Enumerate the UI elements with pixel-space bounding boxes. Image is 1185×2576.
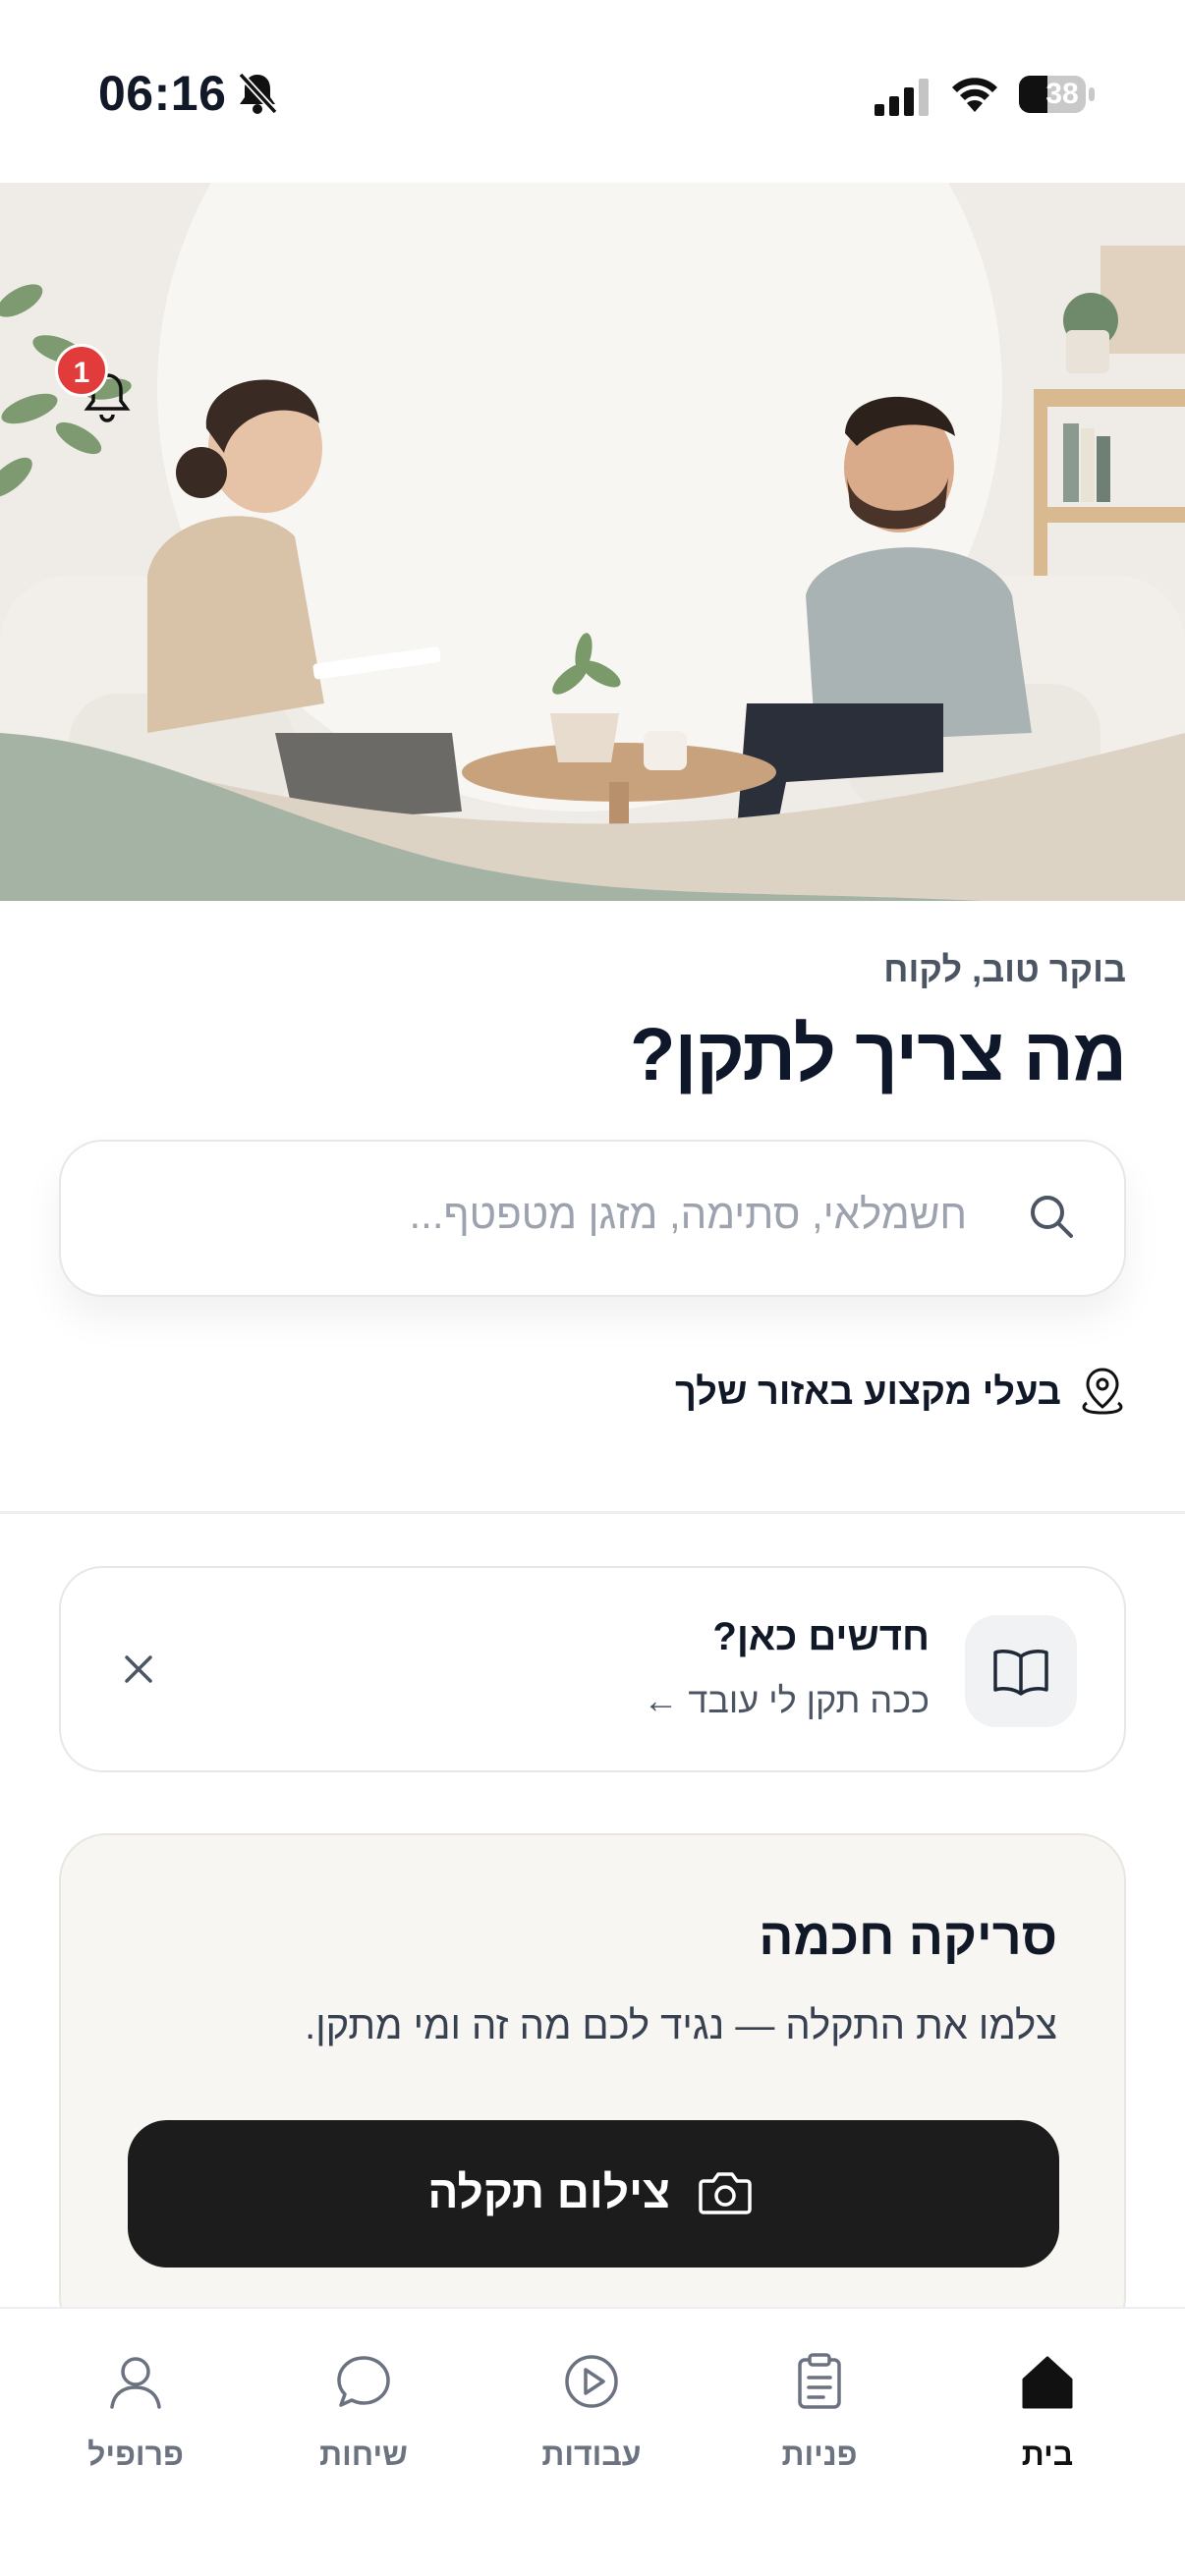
area-link-label: בעלי מקצוע באזור שלך [674, 1372, 1061, 1413]
nav-jobs-label: עבודות [541, 2436, 642, 2472]
nav-requests-label: פניות [781, 2436, 858, 2472]
nav-home[interactable]: בית [949, 2309, 1146, 2505]
signal-icon [875, 79, 929, 116]
section-divider [0, 1511, 1185, 1514]
chat-bubble-icon [337, 2356, 390, 2407]
nav-profile-label: פרופיל [87, 2436, 184, 2472]
play-circle-icon [565, 2355, 618, 2408]
bottom-navigation: בית פניות עבודות שיחות פרופיל [0, 2307, 1185, 2576]
new-here-link[interactable]: ככה תקן לי עובד ← [643, 1680, 930, 1721]
clipboard-icon [798, 2353, 841, 2409]
wifi-icon [952, 78, 997, 112]
bell-slash-icon [238, 72, 278, 115]
take-photo-button[interactable]: צילום תקלה [128, 2120, 1059, 2268]
close-icon[interactable] [114, 1645, 163, 1694]
take-photo-button-label: צילום תקלה [427, 2166, 670, 2217]
smart-scan-description: צלמו את התקלה — נגיד לכם מה זה ומי מתקן. [305, 2004, 1057, 2047]
battery-icon: 38 [1018, 75, 1097, 114]
search-placeholder: חשמלאי, סתימה, מזגן מטפטף... [409, 1191, 968, 1237]
map-pin-icon [1082, 1368, 1123, 1415]
nav-profile[interactable]: פרופיל [37, 2309, 234, 2505]
new-here-card[interactable]: חדשים כאן? ככה תקן לי עובד ← [59, 1566, 1126, 1772]
nav-chats[interactable]: שיחות [265, 2309, 462, 2505]
nav-jobs[interactable]: עבודות [493, 2309, 690, 2505]
user-icon [110, 2357, 161, 2409]
home-icon [1022, 2356, 1073, 2409]
smart-scan-card: סריקה חכמה צלמו את התקלה — נגיד לכם מה ז… [59, 1833, 1126, 2344]
camera-icon [699, 2172, 752, 2214]
search-icon [1031, 1196, 1073, 1238]
nav-chats-label: שיחות [319, 2436, 408, 2472]
page-title: מה צריך לתקן? [629, 1013, 1127, 1096]
battery-level: 38 [1045, 78, 1079, 110]
home-screen: 06:16 38 1 בוקר טוב, לקוח מה צריך לתקן? … [0, 0, 1185, 2576]
status-bar: 06:16 38 [0, 0, 1185, 183]
book-icon-tile [965, 1615, 1077, 1727]
hero-banner [0, 183, 1185, 901]
status-time: 06:16 [98, 66, 227, 121]
smart-scan-title: סריקה חכמה [759, 1909, 1057, 1966]
search-input[interactable]: חשמלאי, סתימה, מזגן מטפטף... [59, 1140, 1126, 1297]
notification-badge: 1 [55, 344, 108, 397]
nav-requests[interactable]: פניות [721, 2309, 918, 2505]
book-icon [993, 1650, 1048, 1696]
area-professionals-link[interactable]: בעלי מקצוע באזור שלך [576, 1366, 1126, 1421]
counselor-and-client-illustration [0, 183, 1185, 901]
nav-home-label: בית [1021, 2436, 1074, 2472]
new-here-title: חדשים כאן? [712, 1615, 930, 1658]
greeting-text: בוקר טוב, לקוח [883, 949, 1126, 989]
